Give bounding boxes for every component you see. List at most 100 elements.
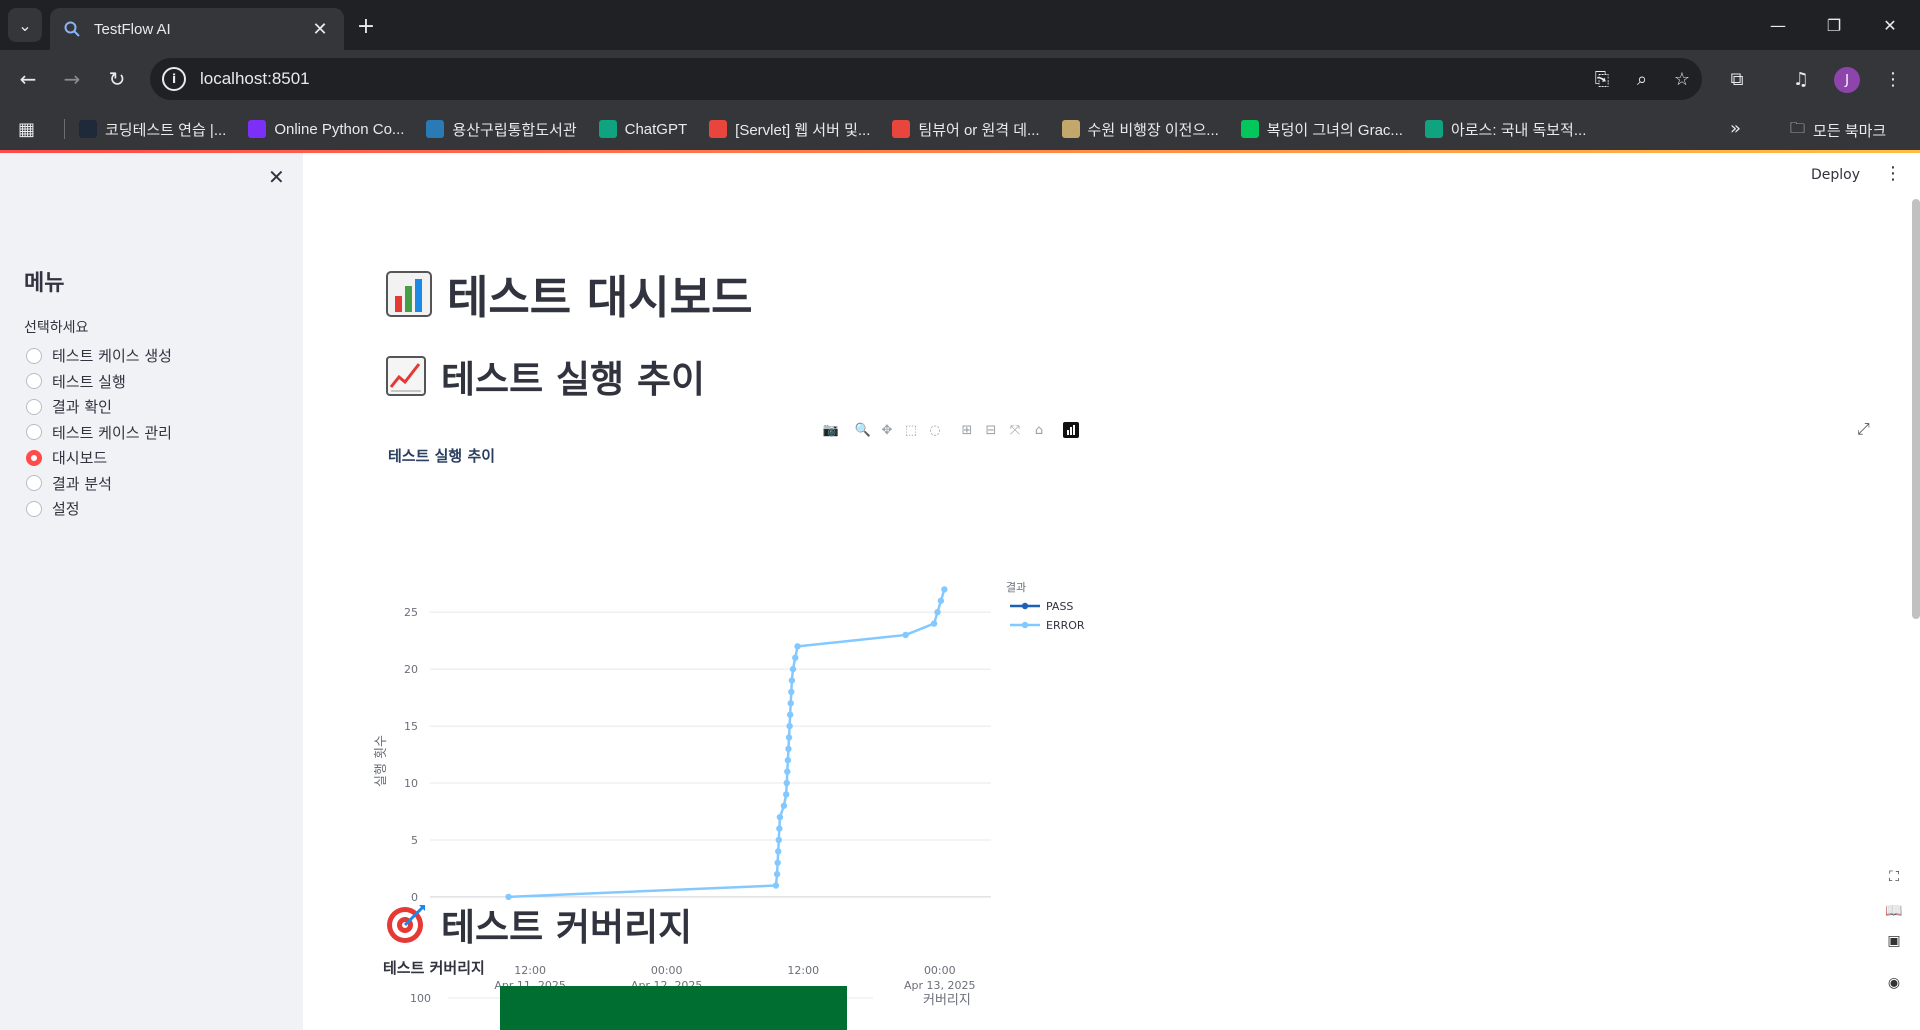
menu-option[interactable]: 테스트 케이스 생성 [26, 343, 172, 369]
tab-close-icon[interactable]: ✕ [308, 19, 332, 40]
bookmarks-bar: ▦ 코딩테스트 연습 |... Online Python Co... 용산구립통합… [0, 108, 1920, 150]
bookmark-item[interactable]: 코딩테스트 연습 |... [79, 119, 226, 140]
bookmark-label: 팀뷰어 or 원격 데... [918, 121, 1040, 139]
menu-option-label: 결과 분석 [52, 474, 112, 493]
new-tab-button[interactable]: + [352, 12, 380, 40]
back-button[interactable]: ← [13, 64, 43, 94]
menu-radio-group: 테스트 케이스 생성테스트 실행결과 확인 테스트 케이스 관리 대시보드결과 분석… [26, 343, 172, 522]
browser-toolbar: ← → ↻ i localhost:8501 ⎘ ⌕ ☆ ⧉ ♫ J ⋮ [0, 50, 1920, 108]
menu-option[interactable]: 테스트 실행 [26, 369, 172, 395]
bookmark-item[interactable]: [Servlet] 웹 서버 및... [709, 119, 870, 140]
bookmark-item[interactable]: 아로스: 국내 독보적... [1424, 119, 1587, 140]
data-point [934, 608, 941, 616]
tab-search-button[interactable]: ⌄ [8, 8, 42, 42]
deploy-button[interactable]: Deploy [1811, 167, 1860, 183]
box-select-icon[interactable]: ⬚ [899, 421, 923, 439]
menu-option[interactable]: 결과 분석 [26, 471, 172, 497]
browser-menu-icon[interactable]: ⋮ [1876, 64, 1910, 94]
reader-icon[interactable]: 📖 [1876, 896, 1912, 926]
radio-icon[interactable] [26, 347, 42, 364]
y-tick-label: 5 [411, 834, 418, 847]
menu-option-label: 테스트 실행 [52, 372, 126, 391]
profile-avatar[interactable]: J [1834, 67, 1860, 93]
bookmark-item[interactable]: 복덩이 그녀의 Grac... [1240, 119, 1403, 140]
menu-option[interactable]: 대시보드 [26, 445, 172, 471]
section-heading-trend-text: 테스트 실행 추이 [441, 358, 706, 401]
tab-title: TestFlow AI [94, 20, 171, 38]
reload-button[interactable]: ↻ [102, 64, 132, 94]
radio-selected-icon[interactable] [26, 449, 42, 466]
bookmark-label: [Servlet] 웹 서버 및... [735, 121, 871, 139]
fullscreen-icon[interactable]: ⤢ [1857, 419, 1870, 439]
zoom-icon[interactable]: ⌕ [1622, 69, 1662, 90]
restore-button[interactable]: ❐ [1806, 0, 1862, 50]
screenshot-tool-icon[interactable]: ⛶ [1876, 862, 1912, 892]
bookmark-item[interactable]: ChatGPT [598, 120, 687, 138]
bookmark-label: 아로스: 국내 독보적... [1450, 121, 1587, 139]
browser-tabstrip: ⌄ TestFlow AI ✕ + — ❐ ✕ [0, 0, 1920, 50]
radio-icon[interactable] [26, 500, 42, 517]
y-tick-label: 100 [410, 992, 431, 1005]
all-bookmarks-folder[interactable]: 🗀 모든 북마크 [1790, 118, 1886, 143]
x-tick-label: 00:00 [924, 964, 956, 977]
data-point [776, 825, 783, 832]
data-point [902, 631, 909, 639]
plotly-logo-icon[interactable] [1059, 421, 1083, 439]
page-scrollbar[interactable] [1912, 199, 1920, 619]
close-window-button[interactable]: ✕ [1862, 0, 1918, 50]
url-text[interactable]: localhost:8501 [200, 69, 1582, 89]
forward-button[interactable]: → [57, 64, 87, 94]
modebar-spacer [843, 421, 851, 439]
zoom-in-icon[interactable]: ⊞ [955, 421, 979, 439]
minimize-button[interactable]: — [1750, 0, 1806, 50]
bookmark-label: Online Python Co... [274, 120, 405, 138]
coverage-chart[interactable]: 100 커버리지 [303, 983, 1103, 1030]
radio-icon[interactable] [26, 475, 42, 492]
data-point [788, 677, 796, 684]
radio-icon[interactable] [26, 373, 42, 390]
chart-increasing-icon [385, 355, 427, 397]
coverage-bar [500, 986, 847, 1030]
bookmark-item[interactable]: 팀뷰어 or 원격 데... [892, 119, 1040, 140]
close-sidebar-icon[interactable]: ✕ [268, 165, 285, 189]
zoom-out-icon[interactable]: ⊟ [979, 421, 1003, 439]
reset-axes-icon[interactable]: ⌂ [1027, 421, 1051, 439]
bookmark-star-icon[interactable]: ☆ [1662, 69, 1702, 90]
y-tick-label: 25 [404, 606, 418, 619]
data-point [786, 722, 793, 730]
more-bookmarks-icon[interactable]: » [1730, 118, 1741, 139]
lasso-select-icon[interactable]: ◌ [923, 421, 947, 439]
camera-icon[interactable]: 📷 [819, 421, 843, 439]
bookmark-item[interactable]: 수원 비행장 이전으... [1061, 119, 1219, 140]
note-icon[interactable]: ▣ [1876, 926, 1912, 956]
chart-modebar: 📷 🔍 ✥ ⬚ ◌ ⊞ ⊟ ⤧ ⌂ [819, 421, 1083, 439]
assistant-icon[interactable]: ◉ [1876, 968, 1912, 998]
media-control-icon[interactable]: ♫ [1784, 64, 1818, 94]
pan-icon[interactable]: ✥ [875, 421, 899, 439]
bookmark-label: 용산구립통합도서관 [452, 121, 577, 139]
menu-option[interactable]: 결과 확인 [26, 394, 172, 420]
menu-option[interactable]: 테스트 케이스 관리 [26, 420, 172, 446]
data-point [937, 597, 945, 604]
main-menu-icon[interactable]: ⋮ [1884, 163, 1902, 184]
translate-icon[interactable]: ⎘ [1582, 69, 1622, 90]
sidebar: ✕ 메뉴 선택하세요 테스트 케이스 생성테스트 실행결과 확인 테스트 케이스 … [0, 153, 303, 1030]
address-bar[interactable]: i localhost:8501 ⎘ ⌕ ☆ [150, 58, 1702, 100]
series-line-error [508, 589, 946, 899]
autoscale-icon[interactable]: ⤧ [1003, 421, 1027, 439]
bookmark-list: 코딩테스트 연습 |... Online Python Co... 용산구립통합도서… [79, 119, 1608, 140]
radio-icon[interactable] [26, 424, 42, 441]
sidebar-title: 메뉴 [24, 271, 65, 296]
site-info-icon[interactable]: i [162, 67, 186, 91]
radio-icon[interactable] [26, 398, 42, 415]
extensions-icon[interactable]: ⧉ [1720, 64, 1754, 94]
zoom-icon[interactable]: 🔍 [851, 421, 875, 439]
apps-grid-icon[interactable]: ▦ [18, 119, 46, 140]
bookmark-item[interactable]: Online Python Co... [248, 120, 404, 138]
page-title-text: 테스트 대시보드 [447, 271, 753, 324]
menu-option[interactable]: 설정 [26, 496, 172, 522]
browser-tab[interactable]: TestFlow AI ✕ [50, 8, 344, 50]
y-tick-label: 15 [404, 720, 418, 733]
bookmark-item[interactable]: 용산구립통합도서관 [426, 119, 577, 140]
radio-group-label: 선택하세요 [24, 320, 89, 336]
